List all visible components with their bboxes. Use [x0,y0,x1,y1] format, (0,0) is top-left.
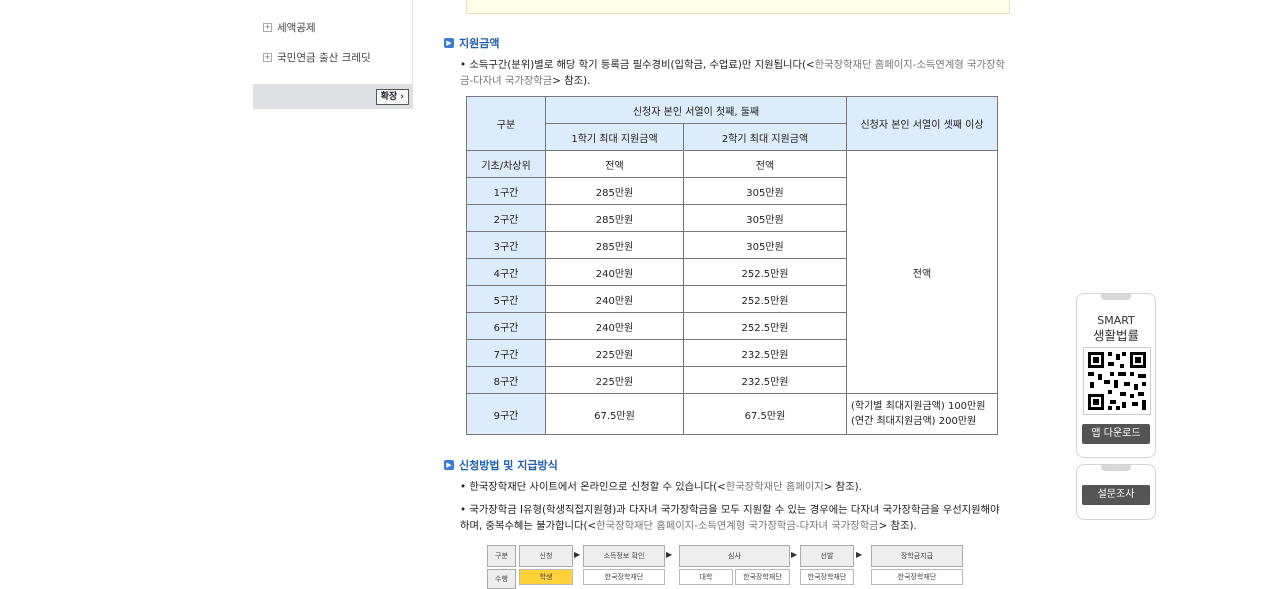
kosaf-link[interactable]: 한국장학재단 홈페이지-소득연계형 국가장학금-다자녀 국가장학금 [596,520,879,532]
flow-cell: 학생 [519,569,573,585]
arrow-right-icon: ▶ [856,550,863,559]
section-heading-apply: ▶ 신청방법 및 지급방식 [444,457,558,473]
phone-notch [1101,294,1131,300]
arrow-right-icon: ▶ [666,550,673,559]
arrow-right-icon: ▶ [791,550,798,559]
app-download-button[interactable]: 앱 다운로드 [1082,424,1150,444]
table-header-sem2: 2학기 최대 지원금액 [683,123,847,151]
sidebar-item-pension-credit[interactable]: + 국민연금 출산 크레딧 [263,50,371,65]
plus-icon: + [263,53,272,62]
expand-button[interactable]: 확장 › [375,89,409,105]
sidebar-footer: 확장 › [253,84,412,109]
flow-step: 심사 [679,545,790,567]
table-row: 9구간 67.5만원 67.5만원 (학기별 최대지원금액) 100만원 (연간… [466,393,998,435]
plus-icon: + [263,23,272,32]
chevron-right-icon: › [400,92,404,102]
flow-row-label: 수행 [487,569,516,589]
notice-box [466,0,1010,14]
survey-widget: 설문조사 [1076,464,1156,520]
flow-cell: 한국장학재단 [871,569,963,585]
sidebar-item-label: 세액공제 [277,22,316,34]
sidebar: + 세액공제 + 국민연금 출산 크레딧 확장 › [253,0,413,109]
apply-paragraph-2: • 국가장학금 I유형(학생직접지원형)과 다자녀 국가장학금을 모두 지원할 … [460,504,1000,532]
app-title-line1: SMART [1097,314,1135,327]
table-header-third: 신청자 본인 서열이 셋째 이상 [846,96,998,151]
arrow-right-icon: ▶ [444,38,454,48]
flow-cell: 한국장학재단 [583,569,665,585]
third-child-value: 전액 [846,150,998,394]
sidebar-item-label: 국민연금 출산 크레딧 [277,52,371,64]
flow-cell: 대학 [679,569,733,585]
kosaf-link[interactable]: 한국장학재단 홈페이지 [726,481,824,493]
flow-step: 장학금지급 [871,545,963,567]
arrow-right-icon: ▶ [444,460,454,470]
table-header-group: 신청자 본인 서열이 첫째, 둘째 [545,96,847,124]
arrow-right-icon: ▶ [574,550,581,559]
table-row: 기초/차상위 전액 전액 전액 [466,150,998,394]
flow-header: 구분 [487,545,516,567]
survey-button[interactable]: 설문조사 [1082,485,1150,505]
section-heading-support: ▶ 지원금액 [444,35,499,51]
flow-step: 소득정보 확인 [583,545,665,567]
process-flow-diagram: 구분 신청 ▶ 소득정보 확인 ▶ 심사 ▶ 선발 ▶ 장학금지급 수행 학생 … [487,545,967,589]
phone-notch [1101,465,1131,471]
flow-step: 신청 [519,545,573,567]
apply-paragraph-1: • 한국장학재단 사이트에서 온라인으로 신청할 수 있습니다(<한국장학재단 … [460,481,862,493]
table-header-sem1: 1학기 최대 지원금액 [545,123,684,151]
support-paragraph: • 소득구간(분위)별로 해당 학기 등록금 필수경비(입학금, 수업료)만 지… [460,59,1005,87]
flow-cell: 한국장학재단 [800,569,854,585]
limit-note: (학기별 최대지원금액) 100만원 (연간 최대지원금액) 200만원 [846,393,998,435]
table-header-category: 구분 [466,96,546,151]
flow-step: 선발 [800,545,854,567]
flow-cell: 한국장학재단 [735,569,790,585]
qr-code-icon [1083,347,1151,415]
app-title-line2: 생활법률 [1092,328,1139,343]
app-widget: SMART 생활법률 앱 다운로드 [1076,293,1156,458]
support-amount-table: 구분 신청자 본인 서열이 첫째, 둘째 신청자 본인 서열이 셋째 이상 1학… [466,96,998,435]
sidebar-item-tax-credit[interactable]: + 세액공제 [263,20,316,35]
